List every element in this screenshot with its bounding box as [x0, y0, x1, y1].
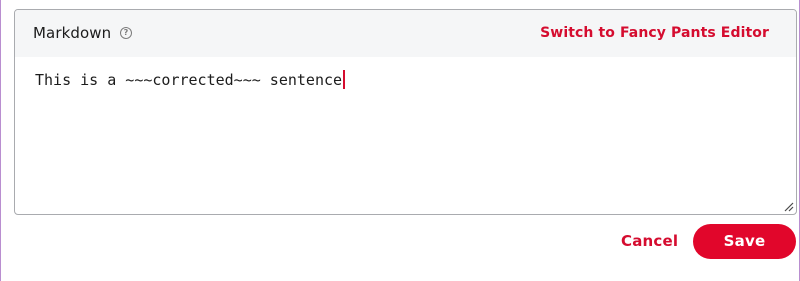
- markdown-text-area[interactable]: This is a ~~~corrected~~~ sentence: [35, 70, 345, 89]
- text-cursor: [343, 70, 345, 89]
- question-circle-icon[interactable]: ?: [120, 27, 132, 39]
- save-button[interactable]: Save: [693, 224, 796, 259]
- editor-header: Markdown ? Switch to Fancy Pants Editor: [15, 10, 796, 57]
- resize-handle-icon[interactable]: [783, 201, 794, 212]
- switch-to-fancy-pants-editor-link[interactable]: Switch to Fancy Pants Editor: [540, 25, 769, 41]
- editor-text-content: This is a ~~~corrected~~~ sentence: [35, 71, 343, 89]
- markdown-editor: Markdown ? Switch to Fancy Pants Editor …: [14, 9, 797, 215]
- editor-mode-label: Markdown: [33, 24, 112, 42]
- cancel-button[interactable]: Cancel: [621, 232, 678, 250]
